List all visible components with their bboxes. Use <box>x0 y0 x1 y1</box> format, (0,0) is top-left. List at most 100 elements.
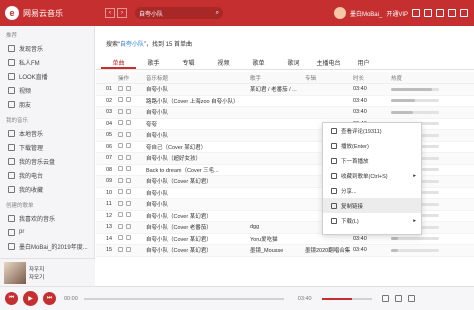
download-icon[interactable] <box>126 131 131 137</box>
album-cover[interactable] <box>4 261 26 284</box>
download-icon[interactable] <box>126 108 131 114</box>
download-icon[interactable] <box>126 166 131 172</box>
tab-radio[interactable]: 主播电台 <box>311 58 346 69</box>
sidebar-item-liked[interactable]: 我喜欢的音乐 <box>0 211 94 225</box>
menu-item-copy-link[interactable]: 复制链接 <box>323 198 421 213</box>
progress-bar[interactable] <box>83 297 284 300</box>
heart-icon[interactable] <box>118 85 123 91</box>
song-title[interactable]: 自夸小队（Cover 某幻君） <box>146 212 250 220</box>
heart-icon[interactable] <box>118 166 123 172</box>
song-artist[interactable]: Yoru爱吃猫 <box>250 235 305 243</box>
sidebar-item-video[interactable]: 视频 <box>0 83 94 97</box>
song-artist[interactable]: 墨镜_Mousse <box>250 246 305 254</box>
menu-item-collect[interactable]: 收藏到歌单(Ctrl+S) ▸ <box>323 168 421 183</box>
song-title[interactable]: 自夸小队 <box>146 108 250 116</box>
sidebar-item-pr[interactable]: pr <box>0 225 94 239</box>
download-icon[interactable] <box>126 97 131 103</box>
table-row[interactable]: 14 自夸小队（Cover 某幻君） Yoru爱吃猫 03:40 <box>96 234 474 245</box>
heart-icon[interactable] <box>118 131 123 137</box>
sidebar-item-fm[interactable]: 私人FM <box>0 55 94 69</box>
col-artist[interactable]: 歌手 <box>250 74 305 82</box>
close-icon[interactable] <box>460 9 468 17</box>
download-icon[interactable] <box>126 212 131 218</box>
heart-icon[interactable] <box>118 108 123 114</box>
song-title[interactable]: Back to dream（Cover 三毛... <box>146 166 250 174</box>
sidebar-item-discover[interactable]: 发现音乐 <box>0 41 94 55</box>
song-artist[interactable]: dgg <box>250 224 305 230</box>
tab-playlists[interactable]: 歌单 <box>241 58 276 69</box>
prev-button[interactable]: ⏮ <box>5 292 18 305</box>
skin-icon[interactable] <box>412 9 420 17</box>
tab-artists[interactable]: 歌手 <box>136 58 171 69</box>
search-icon[interactable]: ⌕ <box>216 10 219 17</box>
col-duration[interactable]: 时长 <box>353 74 391 82</box>
sidebar-item-downloads[interactable]: 下载管理 <box>0 140 94 154</box>
heart-icon[interactable] <box>118 246 123 252</box>
heart-icon[interactable] <box>118 212 123 218</box>
sidebar-item-radio[interactable]: 我的电台 <box>0 168 94 182</box>
lyrics-icon[interactable] <box>394 295 402 302</box>
heart-icon[interactable] <box>118 177 123 183</box>
forward-arrow-icon[interactable]: › <box>117 8 127 18</box>
playlist-icon[interactable] <box>407 295 415 302</box>
menu-item-play[interactable]: 播放(Enter) <box>323 138 421 153</box>
col-heat[interactable]: 热度 <box>391 74 461 82</box>
song-title[interactable]: 自夸小队 <box>146 131 250 139</box>
song-album[interactable]: 墨镜2020翻唱合集 <box>305 246 353 254</box>
tab-songs[interactable]: 单曲 <box>101 58 136 69</box>
volume-slider[interactable] <box>321 297 372 300</box>
tab-videos[interactable]: 视频 <box>206 58 241 69</box>
song-title[interactable]: 自夸小队 <box>146 200 250 208</box>
menu-item-play-next[interactable]: 下一首播放 <box>323 153 421 168</box>
sidebar-item-friends[interactable]: 朋友 <box>0 97 94 111</box>
menu-item-comments[interactable]: 查看评论(19311) <box>323 123 421 138</box>
song-title[interactable]: 路路小队（Cover 上海zoo 自夸小队） <box>146 97 250 105</box>
download-icon[interactable] <box>126 120 131 126</box>
table-row[interactable]: 15 自夸小队（Cover 某幻君） 墨镜_Mousse 墨镜2020翻唱合集 03:4… <box>96 245 474 257</box>
download-icon[interactable] <box>126 200 131 206</box>
avatar[interactable] <box>333 7 346 19</box>
search-input[interactable]: 自夸小队 <box>139 9 163 18</box>
table-row[interactable]: 01 自夸小队 某幻君 / 老番茄 / ... 03:40 <box>96 84 474 96</box>
settings-icon[interactable] <box>436 9 444 17</box>
table-row[interactable]: 02 路路小队（Cover 上海zoo 自夸小队） 03:40 <box>96 96 474 107</box>
song-title[interactable]: 自夸小队（Cover 某幻君） <box>146 177 250 185</box>
menu-item-download[interactable]: 下载(L) ▸ <box>323 213 421 228</box>
song-title[interactable]: 夸夸 <box>146 120 250 128</box>
sidebar-item-favorites[interactable]: 我的收藏 <box>0 182 94 196</box>
table-row[interactable]: 03 自夸小队 03:40 <box>96 107 474 119</box>
download-icon[interactable] <box>126 235 131 241</box>
next-button[interactable]: ⏭ <box>43 292 56 305</box>
song-title[interactable]: 自夸小队（Cover 某幻君） <box>146 235 250 243</box>
menu-item-share[interactable]: 分享... <box>323 183 421 198</box>
sidebar-item-look[interactable]: LOOK直播 <box>0 69 94 83</box>
col-album[interactable]: 专辑 <box>305 74 353 82</box>
song-title[interactable]: 自夸小队 <box>146 85 250 93</box>
heart-icon[interactable] <box>118 235 123 241</box>
heart-icon[interactable] <box>118 200 123 206</box>
search-box[interactable]: 自夸小队 ⌕ <box>135 7 223 19</box>
heart-icon[interactable] <box>118 143 123 149</box>
heart-icon[interactable] <box>118 97 123 103</box>
sidebar-item-local[interactable]: 本地音乐 <box>0 126 94 140</box>
download-icon[interactable] <box>126 189 131 195</box>
user-name[interactable]: 墨白MoBai_ <box>350 9 382 18</box>
song-title[interactable]: 自夸小队（超好女孩） <box>146 154 250 162</box>
song-artist[interactable]: 某幻君 / 老番茄 / ... <box>250 85 305 93</box>
heart-icon[interactable] <box>118 223 123 229</box>
song-title[interactable]: 自夸小队（Cover 老番茄） <box>146 223 250 231</box>
back-arrow-icon[interactable]: ‹ <box>105 8 115 18</box>
song-title[interactable]: 夸自己（Cover 某幻君） <box>146 143 250 151</box>
col-title[interactable]: 音乐标题 <box>146 74 250 82</box>
download-icon[interactable] <box>126 223 131 229</box>
song-title[interactable]: 自夸小队 <box>146 189 250 197</box>
tab-users[interactable]: 用户 <box>346 58 381 69</box>
loop-icon[interactable] <box>381 295 389 302</box>
sidebar-item-2019[interactable]: 墨白MoBai_的2019年度... <box>0 239 94 253</box>
minimize-icon[interactable] <box>448 9 456 17</box>
tab-albums[interactable]: 专辑 <box>171 58 206 69</box>
download-icon[interactable] <box>126 246 131 252</box>
play-button[interactable]: ▶ <box>23 291 38 306</box>
heart-icon[interactable] <box>118 120 123 126</box>
tab-lyrics[interactable]: 歌词 <box>276 58 311 69</box>
